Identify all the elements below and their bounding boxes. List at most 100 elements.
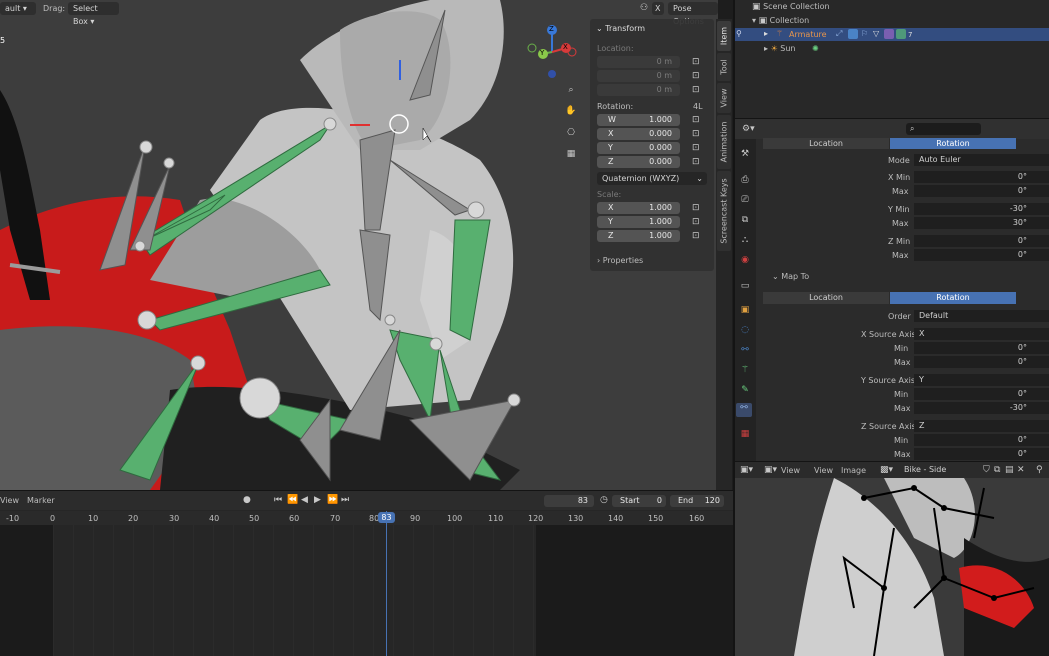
outliner-row-collection[interactable]: ▾ ▣ Collection <box>752 16 809 26</box>
location-x-field[interactable]: 0 m <box>597 56 680 68</box>
snap-icon[interactable]: ⚇ <box>640 3 648 13</box>
timeline[interactable]: View Marker ● ⏮ ⏪ ◀ ▶ ⏩ ⏭ 83 ◷ Start 0 En… <box>0 491 734 656</box>
drag-select[interactable]: Select Box ▾ <box>68 2 119 26</box>
tab-animation[interactable]: Animation <box>717 115 731 169</box>
object-icon[interactable]: ▣ <box>738 305 752 315</box>
playhead-line[interactable] <box>386 511 387 656</box>
jump-start-icon[interactable]: ⏮ <box>274 495 282 505</box>
lock-icon[interactable]: ⊡ <box>692 115 700 125</box>
physics-icon[interactable]: ◌ <box>738 325 752 335</box>
from-location-tab[interactable]: Location <box>763 138 889 149</box>
bone-constraint-icon[interactable]: ⚯ <box>736 403 752 417</box>
close-icon[interactable]: ✕ <box>1017 465 1025 475</box>
render-icon[interactable]: ⎙ <box>738 175 752 185</box>
view-mode-icon[interactable]: ▣▾ <box>764 465 777 475</box>
world-icon[interactable]: ◉ <box>738 255 752 265</box>
rotation-y-field[interactable]: Y 0.000 <box>597 142 680 154</box>
object-constraint-icon[interactable]: ⚯ <box>738 345 752 355</box>
jump-keyframe-back-icon[interactable]: ⏪ <box>287 495 298 505</box>
x-max-field[interactable]: 0° <box>914 356 1049 368</box>
editor-type-icon[interactable]: ⚙▾ <box>742 124 755 134</box>
properties-subpanel-header[interactable]: › Properties <box>597 256 643 265</box>
to-location-tab[interactable]: Location <box>763 292 889 304</box>
area-divider[interactable] <box>734 118 1049 119</box>
scene-icon[interactable]: ⛬ <box>738 235 752 245</box>
image-menu[interactable]: Image <box>841 466 866 475</box>
lock-icon[interactable]: ⊡ <box>692 57 700 67</box>
rotation-w-field[interactable]: W 1.000 <box>597 114 680 126</box>
scale-z-field[interactable]: Z 1.000 <box>597 230 680 242</box>
lock-icon[interactable]: ⊡ <box>692 203 700 213</box>
rotation-mode-select[interactable]: Quaternion (WXYZ) ⌄ <box>597 172 707 185</box>
tool-icon[interactable]: ⚒ <box>738 149 752 159</box>
outliner-row-scene-collection[interactable]: ▣ Scene Collection <box>752 2 830 12</box>
lock-icon[interactable]: ⊡ <box>692 143 700 153</box>
x-source-axis-select[interactable]: X <box>914 328 1049 340</box>
mirror-x-toggle[interactable]: X <box>652 2 664 15</box>
end-frame-field[interactable]: End 120 <box>670 495 724 507</box>
output-icon[interactable]: ⎚ <box>738 195 752 205</box>
rotation-4l-toggle[interactable]: 4L <box>693 102 703 111</box>
lock-icon[interactable]: ⊡ <box>692 129 700 139</box>
jump-keyframe-forward-icon[interactable]: ⏩ <box>327 495 338 505</box>
record-icon[interactable]: ● <box>243 495 251 505</box>
play-icon[interactable]: ▶ <box>314 495 321 505</box>
from-y-max-field[interactable]: 30° <box>914 217 1049 229</box>
pan-hand-icon[interactable]: ✋ <box>564 106 578 116</box>
properties-search[interactable]: ⌕ <box>906 123 981 135</box>
transform-header[interactable]: ⌄ Transform <box>596 24 645 33</box>
from-z-min-field[interactable]: 0° <box>914 235 1049 247</box>
z-min-field[interactable]: 0° <box>914 434 1049 446</box>
z-max-field[interactable]: 0° <box>914 448 1049 460</box>
from-x-max-field[interactable]: 0° <box>914 185 1049 197</box>
camera-icon[interactable]: ⎔ <box>564 128 578 138</box>
order-select[interactable]: Default <box>914 310 1049 322</box>
navigation-gizmo[interactable]: Z Y X <box>526 24 578 80</box>
tab-item[interactable]: Item <box>717 21 731 51</box>
lock-icon[interactable]: ⊡ <box>692 157 700 167</box>
bone-icon[interactable]: ✎ <box>738 385 752 395</box>
to-rotation-tab[interactable]: Rotation <box>890 292 1016 304</box>
rotation-x-field[interactable]: X 0.000 <box>597 128 680 140</box>
collection-icon[interactable]: ▭ <box>738 281 752 291</box>
view-dropdown[interactable]: View <box>781 466 800 475</box>
map-to-header[interactable]: ⌄ Map To <box>772 272 809 281</box>
duplicate-icon[interactable]: ⧉ <box>994 465 1000 475</box>
outliner[interactable]: ▣ Scene Collection ▾ ▣ Collection ⚲ ▸ ⚚ … <box>734 0 1049 118</box>
outliner-row-sun[interactable]: ▸ ☀ Sun ✺ <box>764 44 819 53</box>
timeline-marker-menu[interactable]: Marker <box>27 496 55 505</box>
start-frame-field[interactable]: Start 0 <box>612 495 666 507</box>
mode-select[interactable]: Auto Euler <box>914 154 1049 166</box>
from-rotation-tab[interactable]: Rotation <box>890 138 1016 149</box>
area-divider[interactable] <box>0 490 734 491</box>
image-name-field[interactable]: Bike - Side Pose.png <box>901 464 981 486</box>
timeline-ruler[interactable] <box>0 511 734 525</box>
image-browse-icon[interactable]: ▩▾ <box>880 465 893 475</box>
jump-end-icon[interactable]: ⏭ <box>341 495 349 505</box>
timeline-view-menu[interactable]: View <box>0 496 19 505</box>
lock-icon[interactable]: ⊡ <box>692 85 700 95</box>
armature-data-icon[interactable]: ⚚ <box>738 365 752 375</box>
scale-y-field[interactable]: Y 1.000 <box>597 216 680 228</box>
from-y-min-field[interactable]: -30° <box>914 203 1049 215</box>
pin-icon[interactable]: ⚲ <box>1036 465 1043 475</box>
zoom-icon[interactable]: ⌕ <box>564 85 578 95</box>
lock-icon[interactable]: ⊡ <box>692 217 700 227</box>
playhead-badge[interactable]: 83 <box>378 512 395 523</box>
rotation-z-field[interactable]: Z 0.000 <box>597 156 680 168</box>
scale-x-field[interactable]: X 1.000 <box>597 202 680 214</box>
y-min-field[interactable]: 0° <box>914 388 1049 400</box>
pose-options-button[interactable]: Pose Options <box>668 2 718 26</box>
z-source-axis-select[interactable]: Z <box>914 420 1049 432</box>
y-max-field[interactable]: -30° <box>914 402 1049 414</box>
location-y-field[interactable]: 0 m <box>597 70 680 82</box>
area-divider[interactable] <box>734 461 1049 462</box>
open-folder-icon[interactable]: ▤ <box>1005 465 1014 475</box>
mode-select[interactable]: ault ▾ <box>0 2 36 15</box>
view-layer-icon[interactable]: ⧉ <box>738 215 752 225</box>
y-source-axis-select[interactable]: Y <box>914 374 1049 386</box>
tab-view[interactable]: View <box>717 83 731 113</box>
from-x-min-field[interactable]: 0° <box>914 171 1049 183</box>
lock-icon[interactable]: ⊡ <box>692 71 700 81</box>
location-z-field[interactable]: 0 m <box>597 84 680 96</box>
